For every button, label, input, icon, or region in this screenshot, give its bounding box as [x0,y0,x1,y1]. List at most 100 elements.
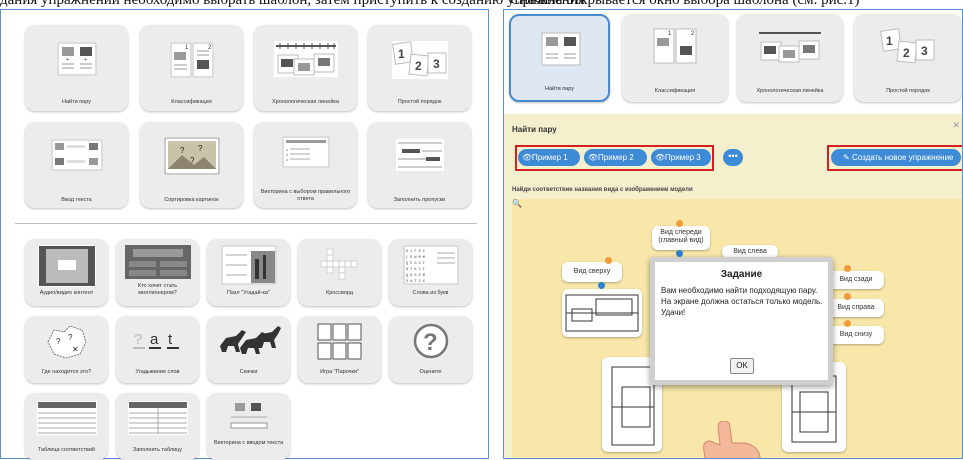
svg-text:?: ? [56,337,61,346]
simple-order-thumbnail: 1 2 3 [391,41,448,79]
template-tile-audio-video[interactable]: Аудио/видео контент [25,239,108,306]
svg-text:K J F E C: K J F E C [406,250,425,254]
template-label: Классификация [654,88,696,94]
find-pair-thumbnail [541,32,581,66]
timeline-thumbnail [759,32,821,63]
eye-icon: 👁 [588,153,599,162]
letter-t: t [168,331,173,348]
template-tile-find-pair-selected[interactable]: Найти пару [509,14,610,102]
template-label: Простой порядок [886,88,930,94]
svg-text:?: ? [423,329,438,356]
audio-video-thumbnail [37,245,96,287]
map-thumbnail: ? ? ✕ [46,325,87,359]
section-divider [15,223,477,224]
svg-text:N T K C I: N T K C I [406,268,425,272]
template-tile-word-letters[interactable]: K J F E C L D W M M Q E G V I N T K C I Q H … [389,239,472,306]
pairs-game-thumbnail [317,323,361,360]
drawing-card-top[interactable] [562,289,642,337]
more-examples-button[interactable]: ••• [723,149,743,166]
svg-text:+: + [66,57,69,63]
find-pair-thumbnail: + + [56,42,97,76]
template-label: Сортировка картинок [164,197,219,203]
order-digit-2: 2 [415,59,422,73]
template-tile-crossword[interactable]: Кроссворд [298,239,381,306]
example-2-button[interactable]: 👁 Пример 2 [584,149,647,166]
simple-order-thumbnail: 1 2 3 [880,28,935,64]
order-digit-3: 3 [433,57,440,71]
classification-thumbnail: 1 2 [169,42,214,78]
task-description: Найди соответствие названия вида с изобр… [512,187,693,193]
svg-text:?: ? [190,156,195,165]
fill-table-thumbnail [127,401,188,435]
svg-text:x: x [286,157,288,162]
template-tile-guess-words[interactable]: ? a t Угадывание слов [116,316,199,383]
template-tile-simple-order[interactable]: 1 2 3 Простой порядок [854,14,962,102]
template-label: Ввод текста [61,197,92,203]
template-label: Таблица соответствий [38,447,95,453]
template-tile-timeline[interactable]: Хронологическая линейка [737,14,843,102]
template-tile-classification[interactable]: 1 2 Классификация [622,14,728,102]
exercise-editor-panel: Найти пару 1 2 Классификация Хронологиче… [503,9,963,459]
template-tile-horse-race[interactable]: Скачки [207,316,290,383]
close-icon[interactable]: ✕ [952,120,960,131]
card-bottom-view[interactable]: Вид снизу [828,326,884,344]
text-input-thumbnail [50,139,103,171]
template-tile-pairs-game[interactable]: Игра "Парочки" [298,316,381,383]
template-tile-millionaire[interactable]: Кто хочет стать миллионером? [116,239,199,306]
connector-dot [844,320,851,327]
card-right-view[interactable]: Вид справа [828,299,884,317]
create-exercise-label: Создать новое упражнение [851,153,954,162]
example-1-button[interactable]: 👁 Пример 1 [518,149,580,166]
create-exercise-button[interactable]: ✎ Создать новое упражнение [831,149,961,166]
template-label: Игра "Парочки" [320,369,359,375]
order-digit-1: 1 [398,47,405,61]
document-text-strip: дания упражнений необходимо выбрать шабл… [0,0,963,9]
guess-words-thumbnail: ? a t [132,331,179,349]
card-label: Вид справа [837,304,875,311]
card-front-view[interactable]: Вид спереди (главный вид) [652,226,710,250]
template-label: Скачки [239,369,258,375]
template-tile-rate[interactable]: ? Оцените [389,316,472,383]
template-label: Викторина с выбором правильного ответа [260,189,351,202]
card-label: Вид снизу [839,331,873,338]
template-tile-simple-order[interactable]: 1 2 3 Простой порядок [368,25,471,111]
template-tile-timeline[interactable]: Хронологическая линейка [254,25,357,111]
template-tile-image-sorting[interactable]: ??? Сортировка картинок [140,122,243,208]
card-back-view[interactable]: Вид сзади [828,271,884,289]
template-tile-find-pair[interactable]: + + Найти пару [25,25,128,111]
timeline-thumbnail [273,41,338,77]
template-tile-quiz-text[interactable]: Викторина с вводом текста [207,393,290,460]
svg-text:?: ? [180,146,185,155]
template-label: Заполнить таблицу [132,447,183,453]
fill-gaps-thumbnail [395,139,444,171]
template-gallery-panel: + + Найти пару 1 2 Классификация Хронолог… [0,9,489,460]
quiz-choice-thumbnail: xxx [281,136,330,168]
dialog-title: Задание [720,269,763,280]
ok-button[interactable]: OK [730,358,754,374]
connector-dot [844,293,851,300]
template-tile-matching-table[interactable]: Таблица соответствий [25,393,108,460]
template-tile-text-input[interactable]: Ввод текста [25,122,128,208]
document-text-right: Сначала открывается окно выбора шаблона … [510,0,860,8]
hand-pointer-icon [703,421,761,458]
template-label: Викторина с вводом текста [213,440,284,446]
millionaire-thumbnail [124,245,191,279]
card-top-view[interactable]: Вид сверху [562,262,622,282]
word-letters-thumbnail: K J F E C L D W M M Q E G V I N T K C I Q H … [402,245,459,285]
template-tile-fill-gaps[interactable]: Заполнить пропуски [368,122,471,208]
template-tile-fill-table[interactable]: Заполнить таблицу [116,393,199,460]
task-dialog: Задание Вам необходимо найти подходящую … [650,257,833,385]
order-digit-3: 3 [921,44,928,58]
template-tile-quiz-choice[interactable]: xxx Викторина с выбором правильного отве… [254,122,357,208]
card-label: Вид сзади [839,276,873,283]
template-tile-puzzle[interactable]: Пазл "Угадай-ка" [207,239,290,306]
example-3-button[interactable]: 👁 Пример 3 [651,149,711,166]
template-tile-where-is-it[interactable]: ?? ✕ Где находится это? [25,316,108,383]
puzzle-thumbnail [220,245,277,285]
template-tile-classification[interactable]: 1 2 Классификация [140,25,243,111]
template-label: Слова из букв [412,290,449,296]
pencil-icon: ✎ [843,153,850,162]
card-label: Вид сверху [573,268,611,275]
hint-icon[interactable]: 🔍 [512,199,522,208]
card-label: Вид спереди (главный вид) [658,229,704,244]
